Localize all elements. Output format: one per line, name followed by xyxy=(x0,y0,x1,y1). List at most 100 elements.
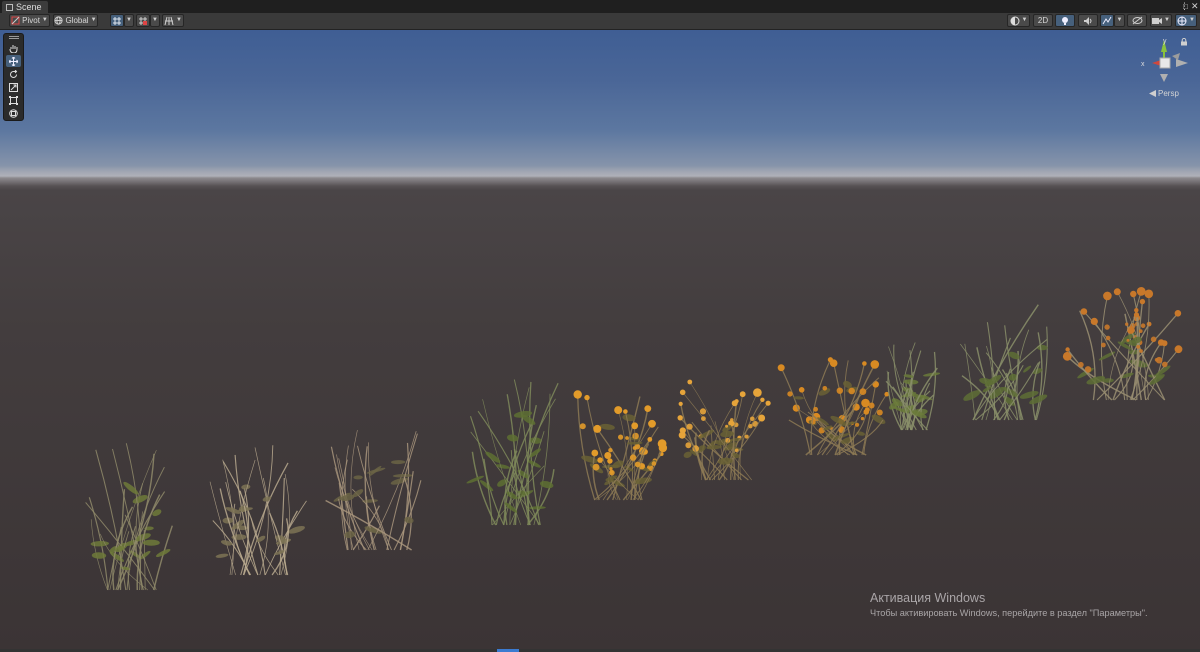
lighting-toggle[interactable] xyxy=(1055,14,1075,27)
grid-snap-dropdown[interactable]: ▼ xyxy=(124,14,134,27)
close-icon[interactable]: ✕ xyxy=(1191,1,1199,12)
neg-y-axis-cone[interactable] xyxy=(1160,74,1168,82)
effects-icon xyxy=(1102,16,1112,24)
camera-dropdown[interactable]: ▼ xyxy=(1150,14,1172,27)
neg-x-axis-cone[interactable] xyxy=(1176,59,1188,67)
scale-tool-button[interactable] xyxy=(6,81,21,93)
plant-flower xyxy=(1125,322,1129,326)
plant-flower xyxy=(1103,291,1112,301)
effects-toggle[interactable] xyxy=(1100,14,1114,27)
mode-2d-toggle[interactable]: 2D xyxy=(1033,14,1053,27)
plant-flower xyxy=(699,408,707,415)
global-label: Global xyxy=(65,16,89,25)
chevron-down-icon: ▼ xyxy=(1189,17,1195,23)
camera-icon xyxy=(1152,17,1163,24)
plant-flower xyxy=(725,424,729,428)
chevron-down-icon: ▼ xyxy=(1021,17,1028,23)
plant-flower xyxy=(597,457,603,463)
plant-flower xyxy=(1065,347,1070,352)
plant-flower xyxy=(658,443,668,453)
draw-mode-icon xyxy=(1010,16,1020,25)
move-tool-icon xyxy=(9,56,18,66)
pivot-label: Pivot xyxy=(22,16,40,25)
tab-scene[interactable]: Scene xyxy=(2,1,48,13)
snap-increment-button[interactable] xyxy=(136,14,150,27)
plant-leaf xyxy=(485,451,501,463)
snap-increment-icon xyxy=(139,16,147,25)
plant-flower xyxy=(678,401,683,406)
plant-flower xyxy=(625,436,629,440)
plant-flower xyxy=(748,424,753,429)
plant-stem xyxy=(586,397,621,501)
plant-flower xyxy=(753,388,762,397)
projection-toggle[interactable]: Persp xyxy=(1149,89,1179,98)
hidden-objects-toggle[interactable] xyxy=(1127,14,1147,27)
draw-mode-dropdown[interactable]: ▼ xyxy=(1007,14,1030,27)
plant-leaf xyxy=(599,423,615,430)
rect-tool-button[interactable] xyxy=(6,94,21,106)
grid-visibility-dropdown[interactable]: ▼ xyxy=(162,14,184,27)
plant-flower xyxy=(1136,287,1146,296)
rotate-tool-button[interactable] xyxy=(6,68,21,80)
drag-handle-icon[interactable] xyxy=(9,36,19,39)
plant-flower xyxy=(1090,317,1098,325)
plant-flower xyxy=(686,423,693,430)
pivot-dropdown[interactable]: Pivot ▼ xyxy=(9,14,50,27)
grid-snap-toggle[interactable] xyxy=(110,14,124,27)
grass-plants xyxy=(85,287,1183,591)
chevron-down-icon: ▼ xyxy=(90,17,97,23)
gizmo-center-cube[interactable] xyxy=(1159,57,1171,69)
plant-flower xyxy=(765,400,771,406)
effects-dropdown[interactable]: ▼ xyxy=(1114,14,1125,27)
lock-icon[interactable] xyxy=(1180,38,1188,46)
plant-flower xyxy=(758,414,766,422)
tab-scene-label: Scene xyxy=(16,2,42,12)
transform-tool-button[interactable] xyxy=(6,107,21,119)
plant-flower xyxy=(1078,361,1084,368)
plant-leaf xyxy=(392,473,413,478)
plant-clump xyxy=(885,342,941,431)
plant-flower xyxy=(648,419,656,428)
plant-flower xyxy=(1174,345,1183,354)
plant-leaf xyxy=(527,460,541,468)
plant-flower xyxy=(1154,358,1159,362)
plant-flower xyxy=(591,449,599,457)
gizmos-dropdown[interactable]: ▼ xyxy=(1175,14,1197,27)
plant-flower xyxy=(744,434,749,439)
plant-flower xyxy=(1150,336,1157,343)
audio-toggle[interactable] xyxy=(1078,14,1098,27)
plant-stem xyxy=(925,351,937,431)
plant-flower xyxy=(777,364,785,372)
plant-flower xyxy=(623,409,628,414)
z-axis-cone[interactable] xyxy=(1172,53,1180,60)
move-tool-button[interactable] xyxy=(6,55,21,67)
plant-flower xyxy=(1139,298,1146,305)
plant-flower xyxy=(593,424,602,433)
plant-flower xyxy=(787,391,793,397)
plant-flower xyxy=(1126,326,1135,334)
chevron-down-icon: ▼ xyxy=(152,17,158,23)
plant-flower xyxy=(701,416,706,421)
view-tool-button[interactable] xyxy=(6,42,21,54)
plant-flower xyxy=(687,379,693,385)
activation-watermark-title: Активация Windows xyxy=(870,591,986,605)
plant-clump xyxy=(466,379,559,526)
maximize-icon[interactable]: □ xyxy=(1183,1,1188,12)
scene-viewport[interactable] xyxy=(0,30,1200,652)
snap-increment-dropdown[interactable]: ▼ xyxy=(150,14,160,27)
plant-flower xyxy=(1146,321,1152,327)
plant-flower xyxy=(1144,289,1154,299)
plant-flower xyxy=(1101,342,1106,348)
plant-flower xyxy=(855,422,860,427)
perspective-icon xyxy=(1149,90,1156,97)
plant-clump xyxy=(1062,287,1183,401)
plant-flower xyxy=(634,461,641,468)
plant-flower xyxy=(872,381,879,388)
plant-flower xyxy=(1105,335,1111,341)
plant-flower xyxy=(862,361,867,366)
global-dropdown[interactable]: Global ▼ xyxy=(53,14,98,27)
plant-leaf xyxy=(495,464,510,469)
plant-flower xyxy=(1157,339,1165,346)
plant-flower xyxy=(592,463,600,471)
plant-flower xyxy=(760,397,765,402)
